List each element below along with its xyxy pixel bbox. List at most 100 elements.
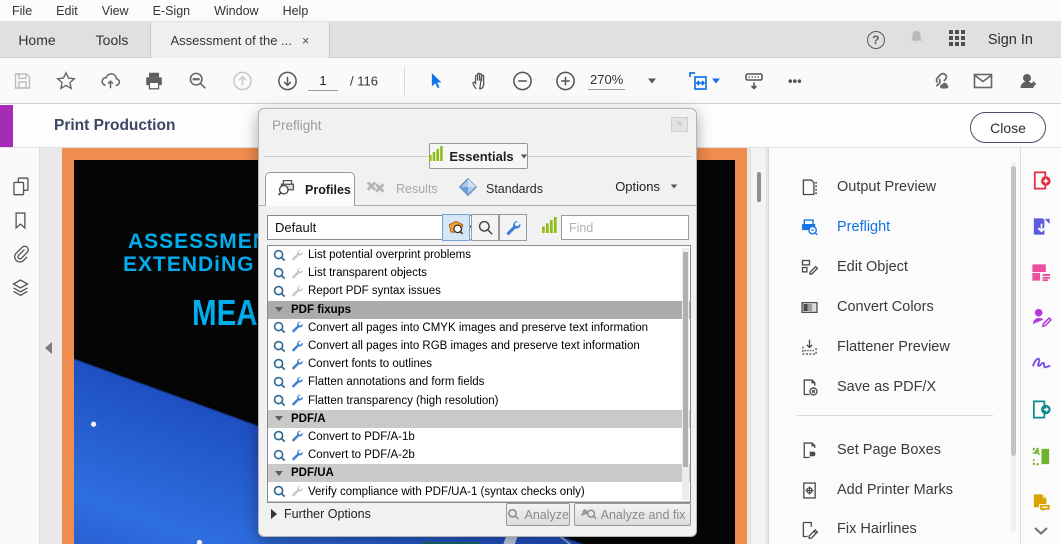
page-scrolling-icon[interactable]: [742, 69, 766, 93]
menu-edit[interactable]: Edit: [44, 4, 90, 18]
edit-pdf-icon[interactable]: [1030, 261, 1053, 284]
star-favorite-icon[interactable]: [55, 70, 77, 92]
tool-convert-colors[interactable]: Convert Colors: [799, 294, 934, 320]
zoom-level-field[interactable]: 270%: [588, 72, 626, 90]
previous-view-icon[interactable]: [231, 69, 254, 92]
request-signatures-icon[interactable]: [1030, 305, 1053, 328]
bookmarks-icon[interactable]: [10, 210, 31, 231]
email-icon[interactable]: [971, 69, 995, 93]
zoom-out-icon[interactable]: [511, 69, 534, 92]
tool-flattener-preview[interactable]: Flattener Preview: [799, 334, 950, 360]
scrollbar-thumb[interactable]: [757, 172, 761, 202]
tab-tools[interactable]: Tools: [74, 22, 150, 58]
profile-group-header[interactable]: PDF fixups: [268, 300, 690, 319]
collapse-triangle-icon[interactable]: [275, 470, 283, 476]
tool-preflight[interactable]: Preflight: [799, 214, 890, 240]
profiles-list[interactable]: List potential overprint problems List t…: [267, 245, 691, 503]
menu-help[interactable]: Help: [271, 4, 321, 18]
profile-row[interactable]: List potential overprint problems: [268, 246, 690, 264]
tab-results[interactable]: Results: [357, 172, 438, 206]
zoom-caret-down-icon[interactable]: [648, 78, 656, 83]
share-link-icon[interactable]: [928, 69, 952, 93]
profile-row[interactable]: Flatten transparency (high resolution): [268, 392, 690, 410]
tab-standards[interactable]: Standards: [449, 172, 543, 206]
collapse-left-pane-icon[interactable]: [45, 342, 52, 354]
analyze-and-fix-button[interactable]: Analyze and fix: [574, 503, 691, 526]
close-tab-icon[interactable]: ×: [302, 33, 310, 48]
share-upload-icon[interactable]: [99, 69, 122, 92]
profile-group-header[interactable]: PDF/UA: [268, 464, 690, 483]
fit-width-icon[interactable]: [686, 69, 710, 93]
library-selector-button[interactable]: Essentials: [429, 143, 528, 169]
show-single-fixups-button[interactable]: [499, 214, 527, 241]
next-view-icon[interactable]: [276, 69, 299, 92]
collapse-triangle-icon[interactable]: [275, 416, 283, 422]
search-zoom-icon[interactable]: [187, 70, 209, 92]
fit-caret-down-icon[interactable]: [712, 78, 720, 83]
help-icon[interactable]: ?: [866, 31, 885, 49]
tool-save-as-pdfx[interactable]: Save as PDF/X: [799, 374, 936, 400]
profile-row[interactable]: Verify compliance with PDF/UA-1 (syntax …: [268, 482, 690, 500]
tool-output-preview[interactable]: Output Preview: [799, 174, 936, 200]
send-for-review-icon[interactable]: [1030, 398, 1053, 421]
profile-row[interactable]: Convert to PDF/A-2b: [268, 446, 690, 464]
tab-home[interactable]: Home: [0, 22, 74, 58]
show-checks-button[interactable]: [471, 214, 499, 241]
tools-panel-scrollbar[interactable]: [1011, 162, 1016, 532]
more-tools-icon[interactable]: •••: [788, 73, 802, 88]
share-with-people-icon[interactable]: [1016, 69, 1040, 93]
page-thumbnails-icon[interactable]: [10, 175, 31, 196]
profile-label: Convert all pages into CMYK images and p…: [308, 321, 649, 334]
further-options-toggle[interactable]: Further Options: [271, 507, 371, 521]
profile-row[interactable]: Convert all pages into RGB images and pr…: [268, 337, 690, 355]
profiles-list-scrollbar[interactable]: [682, 248, 689, 500]
organize-pages-icon[interactable]: [1030, 445, 1053, 468]
attachments-icon[interactable]: [10, 243, 31, 264]
menu-esign[interactable]: E-Sign: [141, 4, 203, 18]
zoom-in-icon[interactable]: [554, 69, 577, 92]
print-icon[interactable]: [143, 70, 165, 92]
tool-edit-object[interactable]: Edit Object: [799, 254, 908, 280]
layers-icon[interactable]: [10, 277, 31, 298]
tab-document[interactable]: Assessment of the ... ×: [150, 22, 330, 58]
show-fixups-toggle-button[interactable]: [442, 214, 470, 241]
create-pdf-icon[interactable]: [1030, 169, 1053, 192]
more-quick-tools-chevron-icon[interactable]: [1032, 524, 1050, 542]
profile-row[interactable]: Flatten annotations and form fields: [268, 373, 690, 391]
sign-in-button[interactable]: Sign In: [988, 32, 1033, 48]
menu-window[interactable]: Window: [202, 4, 270, 18]
notifications-bell-icon[interactable]: [907, 28, 926, 52]
menu-view[interactable]: View: [90, 4, 141, 18]
menu-file[interactable]: File: [0, 4, 44, 18]
select-tool-icon[interactable]: [426, 71, 446, 91]
profile-row[interactable]: Report PDF syntax issues: [268, 282, 690, 300]
collapse-triangle-icon[interactable]: [275, 307, 283, 313]
profile-row[interactable]: Convert fonts to outlines: [268, 355, 690, 373]
tab-profiles[interactable]: Profiles: [265, 172, 355, 206]
document-scrollbar[interactable]: [750, 148, 767, 544]
tool-add-printer-marks[interactable]: Add Printer Marks: [799, 477, 953, 503]
close-button[interactable]: Close: [970, 112, 1046, 143]
find-input[interactable]: [561, 215, 689, 240]
profile-group-header[interactable]: PDF/A: [268, 409, 690, 428]
app-grid-icon[interactable]: [948, 29, 966, 52]
scrollbar-thumb[interactable]: [1011, 166, 1016, 456]
analyze-button[interactable]: Analyze: [506, 503, 570, 526]
page-number-field[interactable]: [308, 70, 338, 91]
profile-row[interactable]: Convert to PDF/A-1b: [268, 428, 690, 446]
save-icon[interactable]: [12, 70, 33, 91]
check-magnifier-icon: [272, 266, 287, 281]
export-pdf-icon[interactable]: [1030, 215, 1053, 238]
profile-label: Convert fonts to outlines: [308, 358, 433, 371]
scrollbar-thumb[interactable]: [683, 252, 688, 467]
tool-fix-hairlines[interactable]: Fix Hairlines: [799, 516, 917, 542]
profile-row[interactable]: List transparent objects: [268, 264, 690, 282]
dialog-close-icon[interactable]: ×: [671, 117, 688, 132]
tool-set-page-boxes[interactable]: Set Page Boxes: [799, 437, 941, 463]
comment-icon[interactable]: [1030, 491, 1053, 514]
page-number-input[interactable]: [308, 70, 338, 91]
options-menu-button[interactable]: Options: [615, 179, 678, 194]
profile-row[interactable]: Convert all pages into CMYK images and p…: [268, 319, 690, 337]
hand-tool-icon[interactable]: [469, 70, 491, 92]
fill-and-sign-icon[interactable]: [1030, 351, 1053, 374]
